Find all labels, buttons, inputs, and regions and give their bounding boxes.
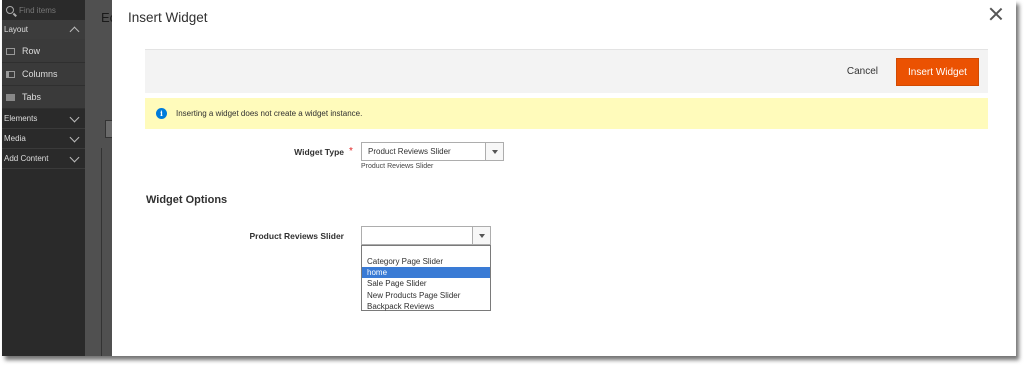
page-backdrop: Ec — [85, 0, 117, 356]
dropdown-option[interactable]: New Products Page Slider — [362, 290, 490, 301]
notice-text: Inserting a widget does not create a wid… — [176, 109, 363, 118]
slider-label: Product Reviews Slider — [249, 231, 344, 241]
modal-actions-bar: Cancel Insert Widget — [145, 49, 988, 93]
widget-type-select[interactable]: Product Reviews Slider — [361, 142, 504, 161]
panel-item-columns-label: Columns — [22, 69, 58, 79]
slider-select[interactable] — [361, 226, 491, 245]
widget-type-note: Product Reviews Slider — [361, 163, 434, 170]
insert-widget-modal: Insert Widget Cancel Insert Widget i Ins… — [112, 0, 1016, 356]
dropdown-option[interactable]: Backpack Reviews — [362, 301, 490, 312]
widget-type-value: Product Reviews Slider — [368, 147, 451, 156]
panel-search-placeholder: Find items — [19, 5, 56, 15]
widget-options-title: Widget Options — [146, 194, 228, 206]
screenshot-frame: Find items Layout Row Columns Tabs Eleme… — [2, 0, 1016, 356]
search-icon — [6, 6, 14, 14]
dropdown-option-highlighted[interactable]: home — [362, 267, 490, 279]
row-icon — [6, 47, 15, 55]
chevron-down-icon — [69, 152, 80, 162]
section-layout[interactable]: Layout — [2, 20, 85, 40]
page-builder-panel: Find items Layout Row Columns Tabs Eleme… — [2, 0, 85, 356]
slider-options-dropdown[interactable]: Category Page Slider home Sale Page Slid… — [361, 245, 491, 311]
required-mark: * — [349, 146, 353, 157]
chevron-down-icon[interactable] — [472, 227, 490, 244]
section-elements-label: Elements — [4, 114, 38, 123]
panel-item-tabs[interactable]: Tabs — [2, 86, 85, 109]
section-media[interactable]: Media — [2, 129, 85, 149]
section-add-content-label: Add Content — [4, 154, 49, 163]
dropdown-option[interactable]: Category Page Slider — [362, 256, 490, 267]
modal-title: Insert Widget — [128, 10, 208, 25]
cancel-button[interactable]: Cancel — [847, 66, 878, 77]
section-add-content[interactable]: Add Content — [2, 149, 85, 169]
section-elements[interactable]: Elements — [2, 109, 85, 129]
info-icon: i — [156, 108, 167, 119]
chevron-down-icon — [69, 112, 80, 122]
panel-item-columns[interactable]: Columns — [2, 63, 85, 86]
close-icon[interactable] — [988, 6, 1004, 22]
widget-type-label: Widget Type — [294, 147, 344, 157]
panel-item-row-label: Row — [22, 46, 41, 56]
chevron-down-icon — [69, 132, 80, 142]
insert-widget-button[interactable]: Insert Widget — [896, 58, 979, 86]
chevron-up-icon — [69, 26, 80, 36]
panel-search[interactable]: Find items — [2, 0, 85, 20]
panel-item-tabs-label: Tabs — [22, 92, 42, 102]
notice-message: i Inserting a widget does not create a w… — [145, 98, 988, 129]
dropdown-option[interactable]: Sale Page Slider — [362, 278, 490, 289]
chevron-down-icon[interactable] — [485, 143, 503, 160]
section-media-label: Media — [4, 134, 26, 143]
tabs-icon — [6, 93, 15, 101]
columns-icon — [6, 70, 15, 78]
panel-item-row[interactable]: Row — [2, 40, 85, 63]
section-layout-label: Layout — [4, 25, 29, 34]
